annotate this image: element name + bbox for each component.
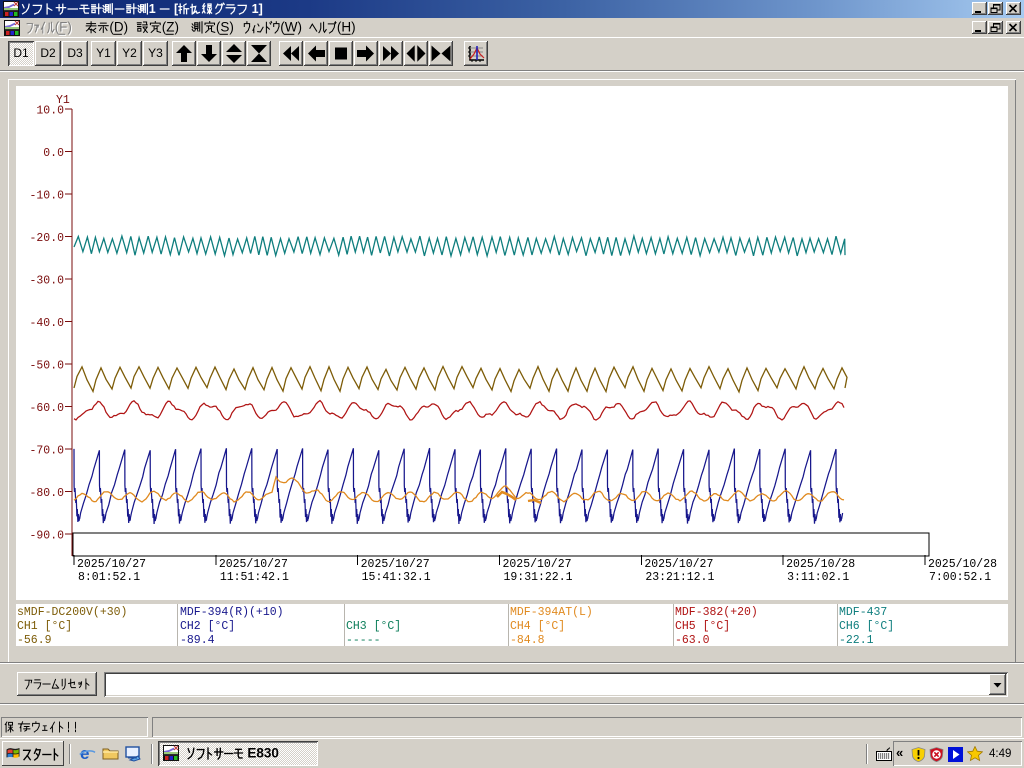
svg-text:-50.0: -50.0	[29, 359, 64, 372]
svg-text:Y1: Y1	[56, 94, 70, 107]
svg-text:-70.0: -70.0	[29, 444, 64, 457]
svg-text:2025/10/28: 2025/10/28	[786, 558, 855, 571]
svg-text:(W): (W)	[280, 20, 302, 35]
svg-text:(Z): (Z)	[162, 20, 179, 35]
svg-text:3:11:02.1: 3:11:02.1	[787, 571, 849, 584]
svg-text:-90.0: -90.0	[29, 529, 64, 542]
svg-text:23:21:12.1: 23:21:12.1	[645, 571, 714, 584]
svg-text:-60.0: -60.0	[29, 402, 64, 415]
svg-text:0.0: 0.0	[43, 147, 64, 160]
svg-text:8:01:52.1: 8:01:52.1	[78, 571, 140, 584]
svg-text:-20.0: -20.0	[29, 232, 64, 245]
svg-text:2025/10/27: 2025/10/27	[644, 558, 713, 571]
svg-text:2025/10/27: 2025/10/27	[361, 558, 430, 571]
svg-text:(F): (F)	[55, 20, 72, 35]
svg-text:2025/10/28: 2025/10/28	[928, 558, 997, 571]
svg-text:E830: E830	[244, 746, 279, 761]
svg-text:19:31:22.1: 19:31:22.1	[504, 571, 573, 584]
svg-text:1: 1	[149, 2, 159, 16]
svg-text:11:51:42.1: 11:51:42.1	[220, 571, 289, 584]
svg-text:(H): (H)	[337, 20, 356, 35]
svg-text:-40.0: -40.0	[29, 317, 64, 330]
svg-text:-30.0: -30.0	[29, 274, 64, 287]
svg-text:2025/10/27: 2025/10/27	[503, 558, 572, 571]
svg-text:-80.0: -80.0	[29, 487, 64, 500]
svg-text:-10.0: -10.0	[29, 189, 64, 202]
svg-text:(D): (D)	[109, 20, 128, 35]
svg-text:15:41:32.1: 15:41:32.1	[362, 571, 431, 584]
svg-text:[: [	[171, 2, 179, 16]
svg-text:2025/10/27: 2025/10/27	[219, 558, 288, 571]
svg-text:7:00:52.1: 7:00:52.1	[929, 571, 991, 584]
svg-text:2025/10/27: 2025/10/27	[77, 558, 146, 571]
svg-text:1]: 1]	[248, 2, 263, 16]
svg-text:(S): (S)	[216, 20, 234, 35]
